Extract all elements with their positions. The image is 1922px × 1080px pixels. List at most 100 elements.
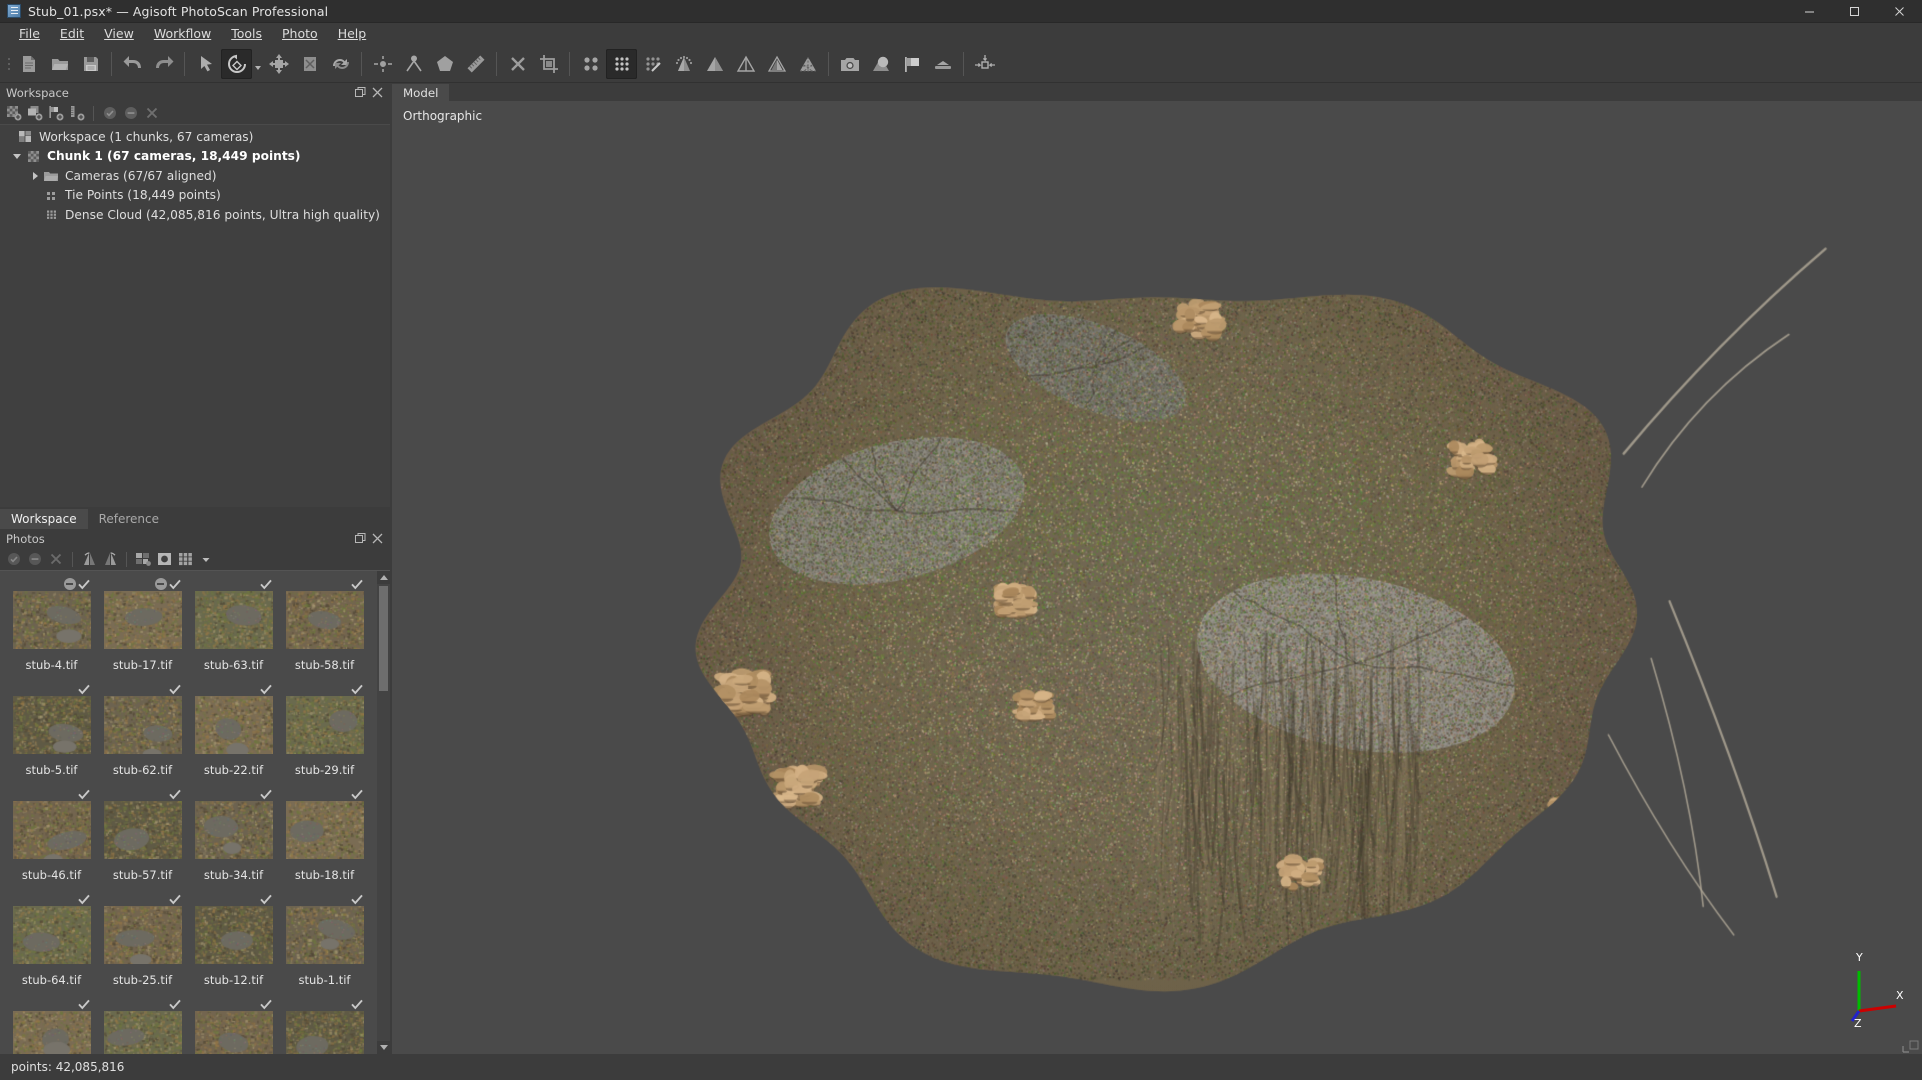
menu-file[interactable]: File [10,25,49,44]
photo-thumbnail-item[interactable] [97,997,188,1054]
photo-thumbnail-item[interactable]: stub-17.tif [97,577,188,682]
menu-view[interactable]: View [95,25,143,44]
photo-thumbnail-item[interactable]: stub-25.tif [97,892,188,997]
tab-reference[interactable]: Reference [88,509,170,529]
photo-thumbnail-item[interactable]: stub-18.tif [279,787,370,892]
photo-thumbnail-image[interactable] [13,906,91,964]
tree-item-dense-cloud[interactable]: Dense Cloud (42,085,816 points, Ultra hi… [0,205,390,225]
remove-icon[interactable] [46,550,66,569]
photo-thumbnail-item[interactable]: stub-4.tif [6,577,97,682]
show-masks-icon[interactable] [154,550,174,569]
photo-thumbnail-item[interactable]: stub-58.tif [279,577,370,682]
photo-thumbnail-item[interactable]: stub-34.tif [188,787,279,892]
new-project-icon[interactable] [13,49,44,79]
photo-thumbnail-item[interactable]: stub-12.tif [188,892,279,997]
polygon-selection-icon[interactable] [429,49,460,79]
model-render[interactable] [392,101,1922,1054]
photo-thumbnail-item[interactable]: stub-22.tif [188,682,279,787]
undo-icon[interactable] [117,49,148,79]
photo-thumbnail-item[interactable]: stub-63.tif [188,577,279,682]
photo-thumbnail-item[interactable]: stub-1.tif [279,892,370,997]
open-project-icon[interactable] [44,49,75,79]
chevron-down-icon[interactable] [10,154,24,159]
photo-thumbnail-image[interactable] [195,801,273,859]
delete-selection-icon[interactable] [502,49,533,79]
rotate-object-icon[interactable] [221,49,252,79]
photo-thumbnail-item[interactable]: stub-46.tif [6,787,97,892]
thumbnail-size-dropdown-icon[interactable] [196,550,216,569]
tab-model[interactable]: Model [392,84,449,101]
menu-help[interactable]: Help [329,25,376,44]
tab-workspace[interactable]: Workspace [0,509,88,529]
photo-thumbnail-item[interactable] [188,997,279,1054]
scrollbar-track[interactable] [377,584,390,1041]
photo-thumbnail-image[interactable] [13,591,91,649]
chevron-right-icon[interactable] [28,172,42,180]
photo-thumbnail-image[interactable] [195,591,273,649]
photo-thumbnail-item[interactable] [6,997,97,1054]
toolbar-grip[interactable] [4,51,13,77]
disable-icon[interactable] [121,104,141,123]
photo-thumbnail-item[interactable]: stub-57.tif [97,787,188,892]
scrollbar-thumb[interactable] [379,586,388,691]
menu-tools[interactable]: Tools [222,25,271,44]
photo-thumbnail-image[interactable] [195,1011,273,1054]
add-photos-icon[interactable] [25,104,45,123]
point-marker-icon[interactable] [398,49,429,79]
photo-disabled-icon[interactable] [155,578,167,590]
photo-thumbnail-image[interactable] [195,906,273,964]
reset-masks-icon[interactable] [133,550,153,569]
resize-object-icon[interactable] [294,49,325,79]
photo-thumbnail-image[interactable] [286,1011,364,1054]
disable-icon[interactable] [25,550,45,569]
photos-grid[interactable]: stub-4.tifstub-17.tifstub-63.tifstub-58.… [0,571,377,1054]
photo-thumbnail-item[interactable] [279,997,370,1054]
close-panel-icon[interactable] [372,533,383,544]
select-arrow-icon[interactable] [190,49,221,79]
tree-item-chunk-1[interactable]: Chunk 1 (67 cameras, 18,449 points) [0,147,390,167]
rotate-right-icon[interactable] [100,550,120,569]
photo-thumbnail-item[interactable]: stub-62.tif [97,682,188,787]
undock-icon[interactable] [355,533,366,544]
crop-selection-icon[interactable] [533,49,564,79]
wireframe-model-icon[interactable] [730,49,761,79]
navigation-corner-icon[interactable] [1902,1037,1920,1053]
photo-thumbnail-item[interactable]: stub-29.tif [279,682,370,787]
mask-icon[interactable] [865,49,896,79]
redo-icon[interactable] [148,49,179,79]
photo-thumbnail-image[interactable] [13,801,91,859]
photo-thumbnail-image[interactable] [286,801,364,859]
add-chunk-icon[interactable] [4,104,24,123]
flag-icon[interactable] [896,49,927,79]
dense-cloud-icon[interactable] [606,49,637,79]
sparse-cloud-icon[interactable] [575,49,606,79]
photo-thumbnail-image[interactable] [104,1011,182,1054]
tree-item-workspace[interactable]: Workspace (1 chunks, 67 cameras) [0,127,390,147]
menu-workflow[interactable]: Workflow [145,25,220,44]
enable-icon[interactable] [100,104,120,123]
scalebar-icon[interactable] [969,49,1000,79]
rotate-left-icon[interactable] [79,550,99,569]
scroll-up-icon[interactable] [377,571,390,584]
enable-icon[interactable] [4,550,24,569]
dense-cloud-classes-icon[interactable] [637,49,668,79]
photo-thumbnail-item[interactable]: stub-5.tif [6,682,97,787]
reset-view-icon[interactable] [367,49,398,79]
photo-thumbnail-image[interactable] [104,591,182,649]
rotate-region-icon[interactable] [325,49,356,79]
photo-thumbnail-image[interactable] [286,591,364,649]
photo-thumbnail-image[interactable] [104,906,182,964]
photo-thumbnail-image[interactable] [104,801,182,859]
rotate-object-dropdown-icon[interactable] [252,49,263,79]
photo-disabled-icon[interactable] [64,578,76,590]
maximize-button[interactable] [1832,0,1877,23]
layers-icon[interactable] [927,49,958,79]
move-object-icon[interactable] [263,49,294,79]
photo-thumbnail-image[interactable] [13,696,91,754]
add-markers-icon[interactable] [46,104,66,123]
textured-model-icon[interactable] [792,49,823,79]
photo-thumbnail-image[interactable] [13,1011,91,1054]
add-scalebar-icon[interactable] [67,104,87,123]
tree-item-tie-points[interactable]: Tie Points (18,449 points) [0,186,390,206]
photo-thumbnail-image[interactable] [195,696,273,754]
